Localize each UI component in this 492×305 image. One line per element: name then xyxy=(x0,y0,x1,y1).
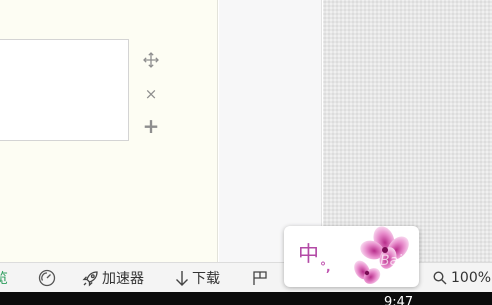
download-button[interactable]: 下载 xyxy=(175,263,220,293)
move-handle-icon[interactable] xyxy=(141,50,161,70)
download-label: 下载 xyxy=(192,271,220,287)
zoom-level: 100% xyxy=(451,270,492,286)
workspace-background xyxy=(323,0,492,262)
taskbar xyxy=(0,292,492,305)
rocket-icon xyxy=(82,270,98,286)
flag-icon[interactable] xyxy=(252,263,268,293)
download-arrow-icon xyxy=(176,270,188,286)
text-frame[interactable] xyxy=(0,39,129,141)
speedometer-icon[interactable] xyxy=(38,263,56,293)
taskbar-clock: 9:47 xyxy=(384,295,414,305)
accelerator-label: 加速器 xyxy=(102,271,144,287)
preview-label[interactable]: 览 xyxy=(0,263,8,293)
magnifier-icon xyxy=(433,271,447,285)
zoom-control[interactable]: 100% xyxy=(433,263,491,293)
baidu-watermark: Baidu xyxy=(380,253,420,269)
ime-mode-toggle[interactable]: 中 xyxy=(298,238,319,268)
close-icon[interactable]: × xyxy=(141,84,161,104)
add-icon[interactable]: + xyxy=(141,114,161,138)
document-page: × + xyxy=(0,0,218,262)
ime-punctuation-toggle[interactable]: °, xyxy=(320,260,331,274)
workspace-gutter xyxy=(219,0,322,262)
accelerator-button[interactable]: 加速器 xyxy=(82,263,144,293)
